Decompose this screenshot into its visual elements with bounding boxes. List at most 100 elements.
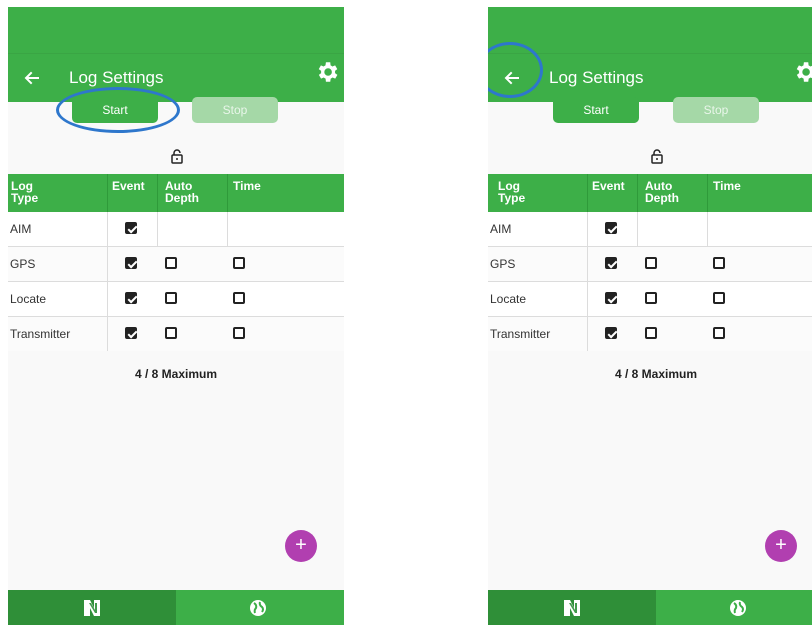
column-divider [107, 212, 108, 246]
table-row: Transmitter [488, 317, 812, 351]
event-checkbox[interactable] [605, 222, 617, 234]
app-logo-icon [84, 600, 100, 616]
row-label: Locate [10, 292, 47, 306]
time-checkbox[interactable] [233, 257, 245, 269]
table-header: Log Type Event Auto Depth Time [488, 174, 812, 212]
header-log-type: Log Type [11, 179, 39, 205]
log-settings-table: Log Type Event Auto Depth Time AIM GPS L… [8, 174, 344, 351]
phone-screen-left: Log Settings Start Stop Log Type Event A… [8, 7, 344, 625]
plus-icon: + [775, 534, 787, 556]
gear-icon[interactable] [792, 59, 812, 85]
event-checkbox[interactable] [125, 222, 137, 234]
globe-icon [730, 600, 746, 616]
header-time: Time [233, 179, 261, 193]
table-header: Log Type Event Auto Depth Time [8, 174, 344, 212]
gear-icon[interactable] [314, 59, 340, 85]
time-checkbox[interactable] [713, 292, 725, 304]
header-auto-depth: Auto Depth [165, 179, 199, 205]
time-checkbox[interactable] [233, 292, 245, 304]
phone-screen-right: Log Settings Start Stop Log Type Event A… [488, 7, 812, 625]
time-checkbox[interactable] [713, 327, 725, 339]
header-event: Event [112, 179, 145, 193]
header-divider [227, 174, 228, 212]
header-divider [637, 174, 638, 212]
time-checkbox[interactable] [713, 257, 725, 269]
header-log-type: Log Type [498, 179, 526, 205]
add-button[interactable]: + [285, 530, 317, 562]
row-label: AIM [10, 222, 32, 236]
status-bar [8, 7, 344, 53]
column-divider [587, 282, 588, 316]
nav-tab-home[interactable] [488, 590, 656, 625]
column-divider [157, 212, 158, 246]
event-checkbox[interactable] [605, 327, 617, 339]
table-row: Transmitter [8, 317, 344, 351]
highlight-circle [56, 87, 180, 133]
column-divider [637, 212, 638, 246]
column-divider [107, 282, 108, 316]
header-auto-depth: Auto Depth [645, 179, 679, 205]
auto-depth-checkbox[interactable] [645, 292, 657, 304]
auto-depth-checkbox[interactable] [645, 327, 657, 339]
auto-depth-checkbox[interactable] [165, 327, 177, 339]
log-settings-table: Log Type Event Auto Depth Time AIM GPS L… [488, 174, 812, 351]
globe-icon [250, 600, 266, 616]
row-label: AIM [490, 222, 512, 236]
table-row: GPS [8, 247, 344, 282]
page-title: Log Settings [69, 68, 164, 87]
table-row: AIM [8, 212, 344, 247]
stop-button[interactable]: Stop [673, 97, 759, 123]
table-row: Locate [8, 282, 344, 317]
row-label: GPS [10, 257, 36, 271]
plus-icon: + [295, 534, 307, 556]
column-divider [107, 247, 108, 281]
log-count-text: 4 / 8 Maximum [134, 367, 218, 381]
row-label: GPS [490, 257, 516, 271]
column-divider [707, 212, 708, 246]
nav-tab-home[interactable] [8, 590, 176, 625]
header-divider [587, 174, 588, 212]
header-time: Time [713, 179, 741, 193]
status-bar [488, 7, 812, 53]
lock-icon[interactable] [650, 148, 664, 164]
stop-button[interactable]: Stop [192, 97, 278, 123]
log-count-text: 4 / 8 Maximum [614, 367, 698, 381]
header-divider [157, 174, 158, 212]
bottom-nav [8, 590, 344, 625]
header-divider [107, 174, 108, 212]
table-body: AIM GPS Locate Transmitter [8, 212, 344, 351]
bottom-nav [488, 590, 812, 625]
column-divider [587, 317, 588, 351]
event-checkbox[interactable] [125, 292, 137, 304]
back-arrow-icon [24, 71, 39, 85]
nav-tab-map[interactable] [656, 590, 812, 625]
column-divider [227, 212, 228, 246]
nav-tab-map[interactable] [176, 590, 344, 625]
lock-icon[interactable] [170, 148, 184, 164]
header-divider [707, 174, 708, 212]
column-divider [587, 212, 588, 246]
app-bar: Log Settings [8, 53, 344, 102]
app-logo-icon [564, 600, 580, 616]
auto-depth-checkbox[interactable] [645, 257, 657, 269]
column-divider [107, 317, 108, 351]
table-row: Locate [488, 282, 812, 317]
auto-depth-checkbox[interactable] [165, 292, 177, 304]
table-row: GPS [488, 247, 812, 282]
add-button[interactable]: + [765, 530, 797, 562]
table-body: AIM GPS Locate Transmitter [488, 212, 812, 351]
event-checkbox[interactable] [605, 292, 617, 304]
table-row: AIM [488, 212, 812, 247]
back-button[interactable] [18, 64, 46, 92]
event-checkbox[interactable] [605, 257, 617, 269]
event-checkbox[interactable] [125, 327, 137, 339]
time-checkbox[interactable] [233, 327, 245, 339]
row-label: Transmitter [490, 327, 551, 341]
row-label: Locate [490, 292, 527, 306]
start-button[interactable]: Start [553, 97, 639, 123]
auto-depth-checkbox[interactable] [165, 257, 177, 269]
row-label: Transmitter [10, 327, 71, 341]
header-event: Event [592, 179, 625, 193]
column-divider [587, 247, 588, 281]
event-checkbox[interactable] [125, 257, 137, 269]
